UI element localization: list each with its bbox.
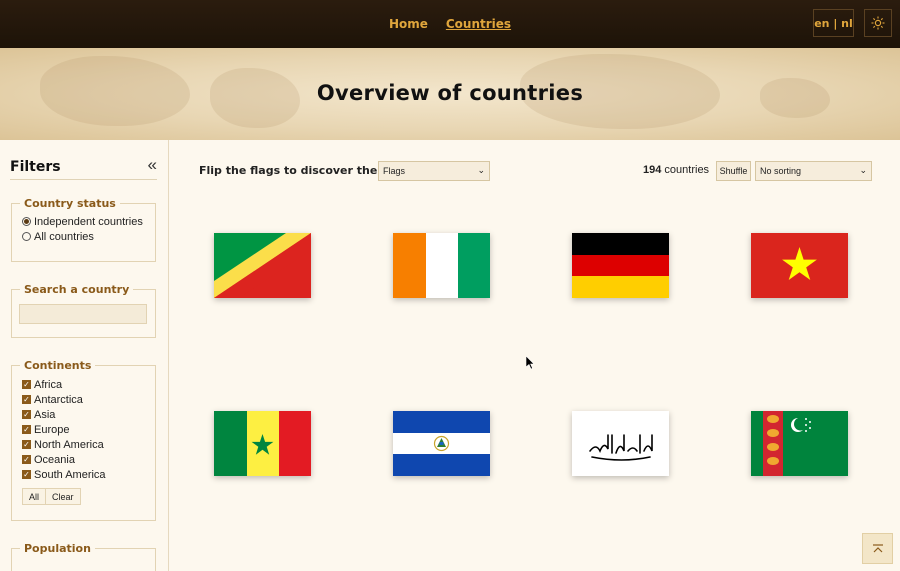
radio-unchecked-icon <box>22 232 31 241</box>
checkbox-checked-icon: ✓ <box>22 455 31 464</box>
radio-checked-icon <box>22 217 31 226</box>
checkbox-checked-icon: ✓ <box>22 440 31 449</box>
clear-continents-button[interactable]: Clear <box>46 488 81 505</box>
filters-header: Filters « <box>10 155 157 180</box>
arrow-up-icon <box>872 543 883 552</box>
mouse-cursor-icon <box>526 356 535 370</box>
senegal-flag-image <box>214 411 311 476</box>
theme-toggle-button[interactable] <box>864 9 892 37</box>
flag-card-senegal[interactable] <box>214 411 311 476</box>
flag-card-germany[interactable] <box>572 233 669 298</box>
search-country-input[interactable] <box>19 304 147 324</box>
flag-card-el-salvador[interactable] <box>393 411 490 476</box>
turkmenistan-flag-image <box>751 411 848 476</box>
chevron-down-icon: ⌄ <box>477 165 485 175</box>
flag-card-congo[interactable] <box>214 233 311 298</box>
sun-icon <box>871 16 885 30</box>
country-status-legend: Country status <box>24 197 116 210</box>
shuffle-button[interactable]: Shuffle <box>716 161 751 181</box>
checkbox-checked-icon: ✓ <box>22 470 31 479</box>
nav-links: Home Countries <box>0 0 900 48</box>
search-country-legend: Search a country <box>24 283 130 296</box>
flag-card-afghanistan[interactable] <box>572 411 669 476</box>
page-title: Overview of countries <box>316 81 584 105</box>
continent-checkbox[interactable]: ✓ North America <box>22 437 155 452</box>
checkbox-checked-icon: ✓ <box>22 410 31 419</box>
select-all-continents-button[interactable]: All <box>22 488 47 505</box>
flag-card-turkmenistan[interactable] <box>751 411 848 476</box>
flag-card-vietnam[interactable] <box>751 233 848 298</box>
flag-card-cote-divoire[interactable] <box>393 233 490 298</box>
afghanistan-flag-image <box>572 411 669 476</box>
congo-flag-image <box>214 233 311 298</box>
continent-checkbox[interactable]: ✓ Oceania <box>22 452 155 467</box>
nav-home-link[interactable]: Home <box>389 17 428 31</box>
status-option-independent[interactable]: Independent countries <box>22 214 155 229</box>
continent-checkbox[interactable]: ✓ Antarctica <box>22 392 155 407</box>
vietnam-flag-image <box>751 233 848 298</box>
continent-checkbox[interactable]: ✓ Asia <box>22 407 155 422</box>
checkbox-checked-icon: ✓ <box>22 425 31 434</box>
language-switch-button[interactable]: en | nl <box>813 9 854 37</box>
continents-filter: Continents ✓ Africa ✓ Antarctica ✓ Asia ✓ Eu… <box>11 359 156 521</box>
nav-countries-link[interactable]: Countries <box>446 17 511 31</box>
status-option-all[interactable]: All countries <box>22 229 155 244</box>
cote-divoire-flag-image <box>393 233 490 298</box>
view-mode-select[interactable]: Flags ⌄ <box>378 161 490 181</box>
top-navbar: Home Countries en | nl <box>0 0 900 48</box>
filters-title: Filters <box>10 159 61 175</box>
continent-checkbox[interactable]: ✓ Europe <box>22 422 155 437</box>
country-status-filter: Country status Independent countries All… <box>11 197 156 262</box>
population-legend: Population <box>24 542 91 555</box>
sorting-select[interactable]: No sorting ⌄ <box>755 161 872 181</box>
search-country-filter: Search a country <box>11 283 156 338</box>
checkbox-checked-icon: ✓ <box>22 380 31 389</box>
chevron-down-icon: ⌄ <box>859 165 867 175</box>
scroll-to-top-button[interactable] <box>862 533 893 564</box>
continent-checkbox[interactable]: ✓ South America <box>22 467 155 482</box>
filters-sidebar: Filters « Country status Independent cou… <box>0 140 169 571</box>
collapse-sidebar-button[interactable]: « <box>148 155 157 175</box>
germany-flag-image <box>572 233 669 298</box>
country-count: 194 countries <box>643 164 710 176</box>
hero-banner: Overview of countries <box>0 48 900 140</box>
continents-legend: Continents <box>24 359 92 372</box>
checkbox-checked-icon: ✓ <box>22 395 31 404</box>
population-filter: Population <box>11 542 156 571</box>
continent-checkbox[interactable]: ✓ Africa <box>22 377 155 392</box>
el-salvador-flag-image <box>393 411 490 476</box>
